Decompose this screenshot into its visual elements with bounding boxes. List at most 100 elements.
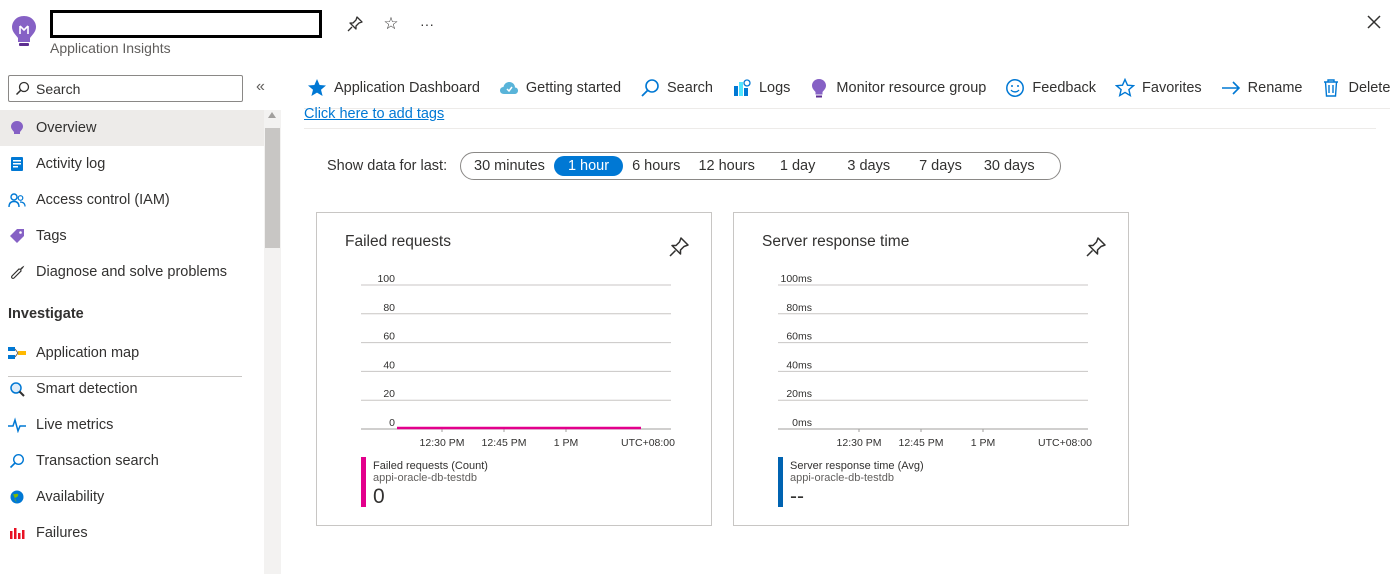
sidebar-item-label: Failures	[36, 525, 88, 541]
activity-log-icon	[8, 155, 26, 173]
toolbar-label: Feedback	[1032, 80, 1097, 96]
lightbulb-icon	[8, 119, 26, 137]
sidebar-item-label: Transaction search	[36, 453, 159, 469]
more-button[interactable]: ···	[415, 12, 439, 36]
search-icon	[8, 452, 26, 470]
sidebar-item-transaction-search[interactable]: Transaction search	[0, 443, 264, 479]
sidebar-item-label: Diagnose and solve problems	[36, 264, 228, 280]
nav-list: Overview Activity log Access control (IA…	[0, 110, 264, 551]
legend-color-bar	[778, 457, 783, 507]
scroll-up-arrow-icon[interactable]	[268, 112, 276, 118]
toolbar-label: Monitor resource group	[836, 80, 987, 96]
sidebar-item-access-control[interactable]: Access control (IAM)	[0, 182, 264, 218]
star-outline-icon: ☆	[383, 14, 399, 33]
application-dashboard-button[interactable]: Application Dashboard	[306, 77, 480, 99]
x-tick-label: 12:30 PM	[837, 437, 882, 449]
time-range-selector: 30 minutes 1 hour 6 hours 12 hours 1 day…	[460, 152, 1061, 180]
delete-button[interactable]: Delete	[1320, 77, 1390, 99]
sidebar-item-failures[interactable]: Failures	[0, 515, 264, 551]
people-icon	[8, 191, 26, 209]
collapse-menu-button[interactable]: «	[256, 78, 265, 96]
logs-button[interactable]: Logs	[731, 77, 790, 99]
menu-scrollbar[interactable]	[264, 110, 281, 574]
sidebar-item-activity-log[interactable]: Activity log	[0, 146, 264, 182]
star-filled-icon	[306, 77, 328, 99]
smiley-icon	[1004, 77, 1026, 99]
lightbulb-icon	[808, 77, 830, 99]
toolbar-label: Application Dashboard	[334, 80, 480, 96]
time-range-option[interactable]: 6 hours	[623, 156, 689, 176]
time-range-option[interactable]: 7 days	[906, 156, 975, 176]
sidebar-item-label: Tags	[36, 228, 67, 244]
y-tick-label: 100ms	[780, 273, 812, 285]
time-range-label: Show data for last:	[327, 158, 448, 174]
time-range-option[interactable]: 1 day	[764, 156, 831, 176]
bar-chart-icon	[8, 524, 26, 542]
resource-menu: « Overview Activity log Access control (…	[0, 66, 282, 574]
feedback-button[interactable]: Feedback	[1004, 77, 1096, 99]
sidebar-item-availability[interactable]: Availability	[0, 479, 264, 515]
time-range-option[interactable]: 12 hours	[689, 156, 763, 176]
pin-icon[interactable]	[1084, 235, 1108, 259]
favorites-button[interactable]: Favorites	[1114, 77, 1202, 99]
command-bar: Application Dashboard Getting started Se…	[306, 70, 1390, 106]
x-tick-label: 1 PM	[971, 437, 996, 449]
time-range-option-selected[interactable]: 1 hour	[553, 156, 624, 176]
toolbar-label: Rename	[1247, 80, 1303, 96]
search-icon	[639, 77, 661, 99]
section-divider	[8, 376, 242, 377]
sidebar-item-label: Smart detection	[36, 381, 138, 397]
legend-series-name: Server response time (Avg)	[790, 460, 924, 472]
tag-icon	[8, 227, 26, 245]
time-range-option[interactable]: 30 minutes	[465, 156, 554, 176]
sidebar-item-label: Application map	[36, 345, 140, 361]
sidebar-item-tags[interactable]: Tags	[0, 218, 264, 254]
server-response-time-card[interactable]: Server response time 100ms 80ms 60ms 40ms 20…	[733, 212, 1129, 526]
getting-started-button[interactable]: Getting started	[498, 77, 621, 99]
command-bar-divider	[304, 108, 1390, 109]
section-header-label: Investigate	[8, 306, 84, 322]
toolbar-label: Favorites	[1142, 80, 1202, 96]
resource-type-subtitle: Application Insights	[50, 40, 171, 56]
scroll-thumb[interactable]	[265, 128, 280, 248]
close-button[interactable]	[1362, 10, 1386, 34]
sidebar-item-live-metrics[interactable]: Live metrics	[0, 407, 264, 443]
legend-value: --	[790, 485, 804, 508]
toolbar-label: Search	[667, 80, 713, 96]
failed-requests-card[interactable]: Failed requests 100 80 60 40 20 0 12:30 PM 12:4…	[316, 212, 712, 526]
favorite-button[interactable]: ☆	[379, 12, 403, 36]
add-tags-link[interactable]: Click here to add tags	[304, 106, 444, 122]
toolbar-label: Logs	[758, 80, 791, 96]
essentials-divider	[304, 128, 1376, 129]
y-tick-label: 80ms	[786, 302, 812, 314]
y-tick-label: 40	[383, 359, 395, 371]
menu-search-box[interactable]	[8, 75, 243, 102]
section-header-investigate: Investigate	[0, 290, 264, 377]
time-range-option[interactable]: 30 days	[975, 156, 1044, 176]
sidebar-item-application-map[interactable]: Application map	[0, 335, 264, 371]
search-button[interactable]: Search	[639, 77, 713, 99]
rename-button[interactable]: Rename	[1220, 77, 1303, 99]
pin-icon	[347, 16, 363, 32]
y-tick-label: 40ms	[786, 359, 812, 371]
sidebar-item-diagnose[interactable]: Diagnose and solve problems	[0, 254, 264, 290]
sidebar-item-label: Activity log	[36, 156, 106, 172]
menu-search-input[interactable]	[36, 80, 226, 97]
wrench-icon	[8, 263, 26, 281]
legend-resource-name: appi-oracle-db-testdb	[790, 472, 894, 484]
arrow-right-icon	[1220, 77, 1242, 99]
trash-icon	[1320, 77, 1342, 99]
x-timezone-label: UTC+08:00	[1038, 437, 1092, 449]
ellipsis-icon: ···	[420, 16, 434, 32]
sidebar-item-label: Access control (IAM)	[36, 192, 170, 208]
time-range-option[interactable]: 3 days	[831, 156, 906, 176]
x-tick-label: 12:45 PM	[899, 437, 944, 449]
y-tick-label: 100	[377, 273, 395, 285]
toolbar-label: Getting started	[525, 80, 622, 96]
pin-button[interactable]	[343, 12, 367, 36]
legend-resource-name: appi-oracle-db-testdb	[373, 472, 477, 484]
monitor-resource-group-button[interactable]: Monitor resource group	[808, 77, 986, 99]
server-response-time-chart: 100ms 80ms 60ms 40ms 20ms 0ms 12:30 PM 12:45 PM…	[778, 273, 1092, 449]
pin-icon[interactable]	[667, 235, 691, 259]
sidebar-item-overview[interactable]: Overview	[0, 110, 264, 146]
